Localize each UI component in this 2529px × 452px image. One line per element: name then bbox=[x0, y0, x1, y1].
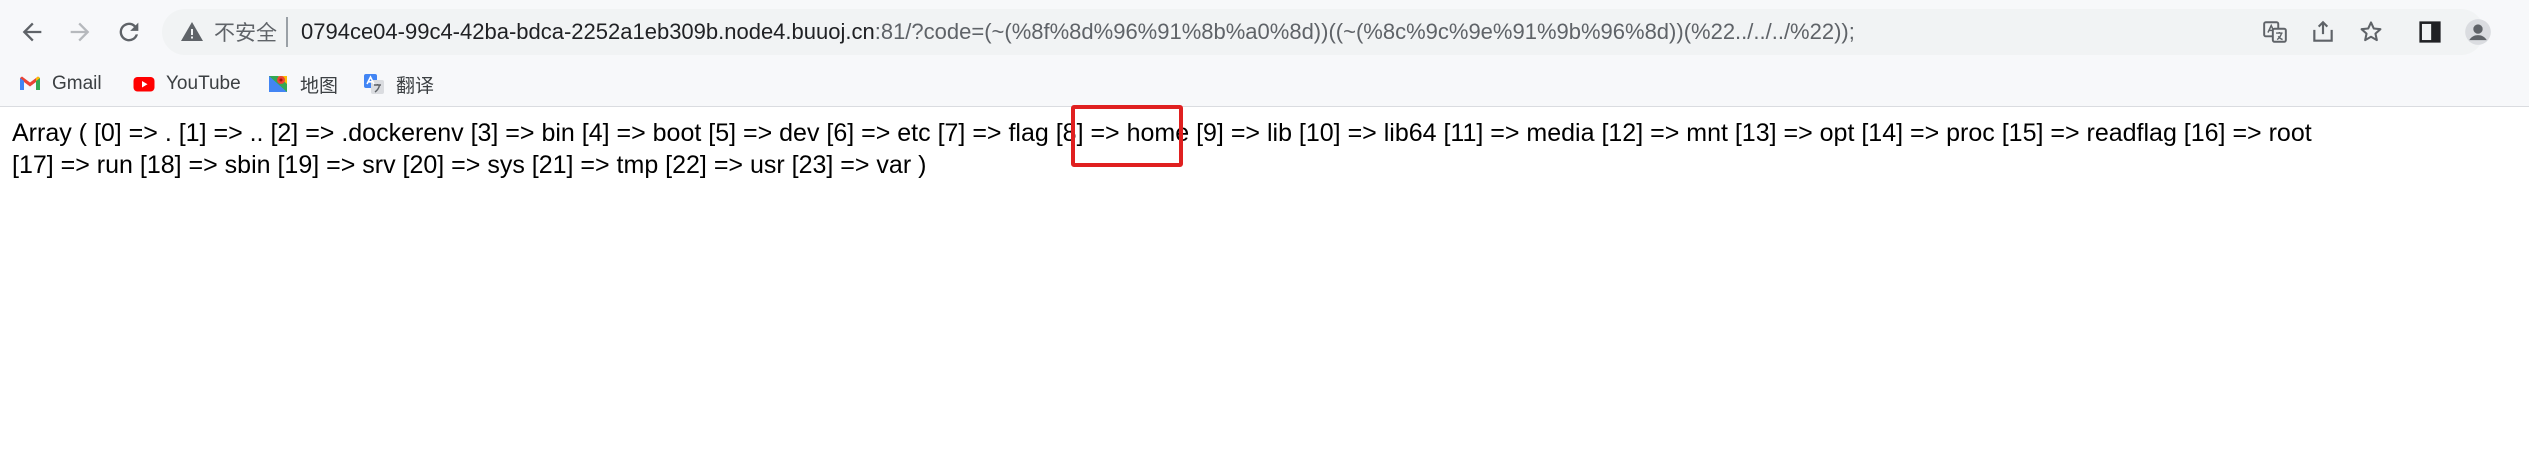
forward-button[interactable] bbox=[60, 12, 100, 52]
output-line-1: Array ( [0] => . [1] => .. [2] => .docke… bbox=[12, 119, 2312, 147]
maps-icon bbox=[269, 76, 287, 92]
youtube-icon bbox=[133, 77, 155, 92]
side-panel-icon bbox=[2419, 21, 2441, 43]
reload-icon bbox=[119, 22, 139, 42]
warning-icon bbox=[181, 22, 203, 41]
star-icon bbox=[2360, 21, 2382, 42]
url-text[interactable]: 0794ce04-99c4-42ba-bdca-2252a1eb309b.nod… bbox=[301, 17, 1855, 47]
translate-icon bbox=[2263, 21, 2287, 43]
share-icon bbox=[2313, 20, 2333, 42]
side-panel-button[interactable] bbox=[2410, 12, 2450, 52]
security-label: 不安全 bbox=[214, 22, 277, 45]
bookmark-label: 地图 bbox=[300, 75, 339, 97]
output-line-2: [17] => run [18] => sbin [19] => srv [20… bbox=[12, 151, 927, 179]
translate-bookmark-icon bbox=[364, 74, 384, 94]
back-button[interactable] bbox=[12, 12, 52, 52]
bookmark-label: Gmail bbox=[52, 73, 102, 94]
bookmark-label: YouTube bbox=[166, 73, 241, 94]
forward-icon bbox=[70, 22, 90, 42]
share-button[interactable] bbox=[2308, 17, 2338, 47]
url-path: :81/?code=(~(%8f%8d%96%91%8b%a0%8d))((~(… bbox=[874, 19, 1855, 44]
url-host: 0794ce04-99c4-42ba-bdca-2252a1eb309b.nod… bbox=[301, 19, 875, 44]
back-icon bbox=[22, 22, 42, 42]
translate-page-button[interactable] bbox=[2260, 17, 2290, 47]
bookmark-youtube[interactable]: YouTube bbox=[132, 67, 241, 101]
bookmark-star-button[interactable] bbox=[2356, 17, 2386, 47]
page-content: Array ( [0] => . [1] => .. [2] => .docke… bbox=[12, 117, 2517, 181]
address-separator bbox=[286, 17, 288, 47]
reload-button[interactable] bbox=[109, 12, 149, 52]
profile-icon bbox=[2465, 19, 2491, 45]
flag-highlight-box bbox=[1071, 105, 1183, 167]
profile-button[interactable] bbox=[2458, 12, 2498, 52]
bookmark-gmail[interactable]: Gmail bbox=[18, 67, 102, 101]
bookmark-translate[interactable]: 翻译 bbox=[362, 67, 434, 101]
security-indicator[interactable]: 不安全 bbox=[180, 19, 277, 45]
gmail-icon bbox=[20, 76, 40, 90]
bookmark-maps[interactable]: 地图 bbox=[266, 67, 338, 101]
bookmark-label: 翻译 bbox=[396, 75, 435, 97]
